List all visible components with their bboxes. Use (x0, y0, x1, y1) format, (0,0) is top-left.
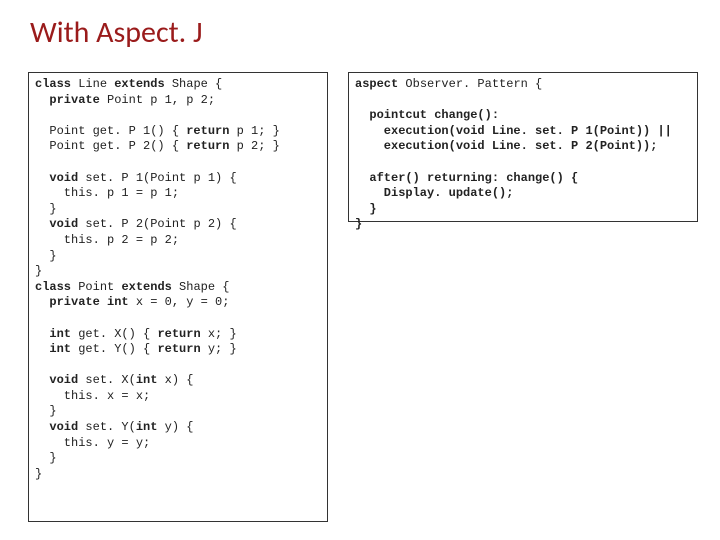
code-box-left: class Line extends Shape { private Point… (28, 72, 328, 522)
code-token: execution(void Line. set. P 2(Point)); (355, 139, 657, 153)
code-token: } (355, 217, 362, 231)
code-token: set. P 2(Point p 2) { (85, 217, 236, 231)
code-token: this. p 1 = p 1; (35, 186, 179, 200)
code-token: } (35, 264, 42, 278)
code-token: Point get. P 2() { (35, 139, 186, 153)
code-token: p 1; } (229, 124, 279, 138)
code-token: void (35, 171, 85, 185)
code-token: aspect (355, 77, 398, 91)
code-token: Point get. P 1() { (35, 124, 186, 138)
code-token: x; } (201, 327, 237, 341)
code-token: x) { (157, 373, 193, 387)
slide: With Aspect. J class Line extends Shape … (0, 0, 720, 540)
code-token: private (35, 93, 107, 107)
code-token: set. P 1(Point p 1) { (85, 171, 236, 185)
code-token: return (186, 139, 229, 153)
code-token: return (186, 124, 229, 138)
code-token: return (157, 342, 200, 356)
code-token: int (136, 420, 158, 434)
code-token: Display. update(); (355, 186, 513, 200)
slide-title: With Aspect. J (30, 14, 203, 51)
code-token: return (157, 327, 200, 341)
code-token: Point (78, 280, 121, 294)
code-token: Shape { (172, 77, 230, 91)
code-token: } (355, 202, 377, 216)
code-token: after() returning: change() { (355, 171, 578, 185)
code-token: extends (114, 77, 172, 91)
code-token: } (35, 202, 57, 216)
code-token: class (35, 280, 78, 294)
code-token: this. y = y; (35, 436, 150, 450)
code-token: Line (78, 77, 114, 91)
code-token: void (35, 373, 85, 387)
code-token: } (35, 404, 57, 418)
code-token: } (35, 467, 42, 481)
code-token: x = 0, y = 0; (136, 295, 230, 309)
code-token: Shape { (179, 280, 229, 294)
code-token: Point p 1, p 2; (107, 93, 215, 107)
code-box-right: aspect Observer. Pattern { pointcut chan… (348, 72, 698, 222)
code-token: set. Y( (85, 420, 135, 434)
code-token: get. X() { (78, 327, 157, 341)
code-token: void (35, 217, 85, 231)
code-token: get. Y() { (78, 342, 157, 356)
code-token: Observer. Pattern { (398, 77, 542, 91)
code-token: this. p 2 = p 2; (35, 233, 179, 247)
code-token: extends (121, 280, 179, 294)
code-token: p 2; } (229, 139, 279, 153)
code-token: int (136, 373, 158, 387)
code-token: private int (35, 295, 136, 309)
code-token: int (35, 342, 78, 356)
code-token: void (35, 420, 85, 434)
code-token: execution(void Line. set. P 1(Point)) || (355, 124, 672, 138)
code-token: pointcut change(): (355, 108, 499, 122)
code-token: y) { (157, 420, 193, 434)
code-token: } (35, 451, 57, 465)
code-token: class (35, 77, 78, 91)
code-token: set. X( (85, 373, 135, 387)
code-token: } (35, 249, 57, 263)
code-token: int (35, 327, 78, 341)
code-token: y; } (201, 342, 237, 356)
code-token: this. x = x; (35, 389, 150, 403)
